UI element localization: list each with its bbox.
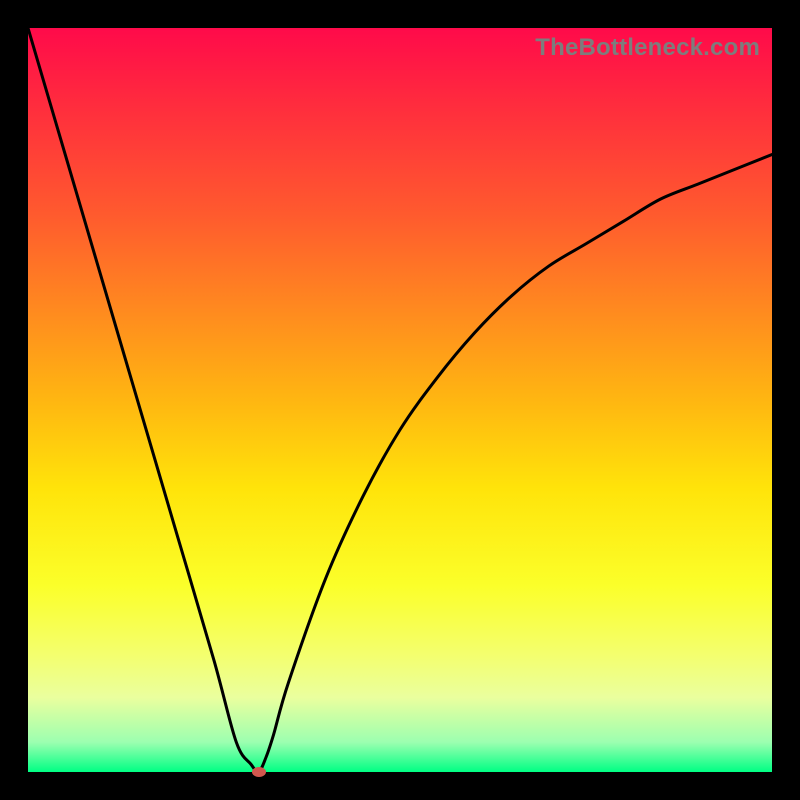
curve-path (28, 28, 772, 772)
min-marker (252, 767, 266, 777)
chart-frame: TheBottleneck.com (0, 0, 800, 800)
curve-svg (28, 28, 772, 772)
plot-area: TheBottleneck.com (28, 28, 772, 772)
